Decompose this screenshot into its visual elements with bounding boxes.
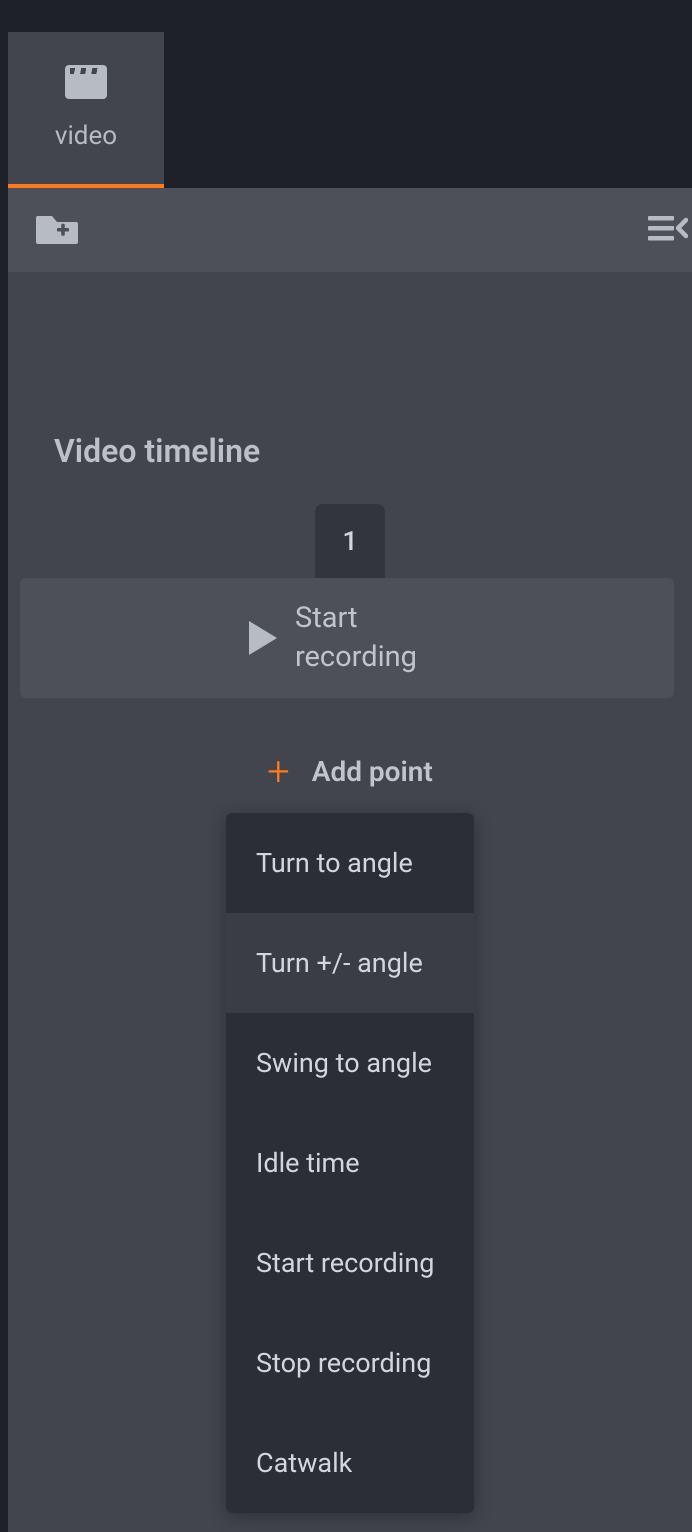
play-icon (249, 621, 277, 655)
step-number-badge: 1 (315, 504, 385, 578)
menu-item-catwalk[interactable]: Catwalk (226, 1413, 474, 1513)
add-point-label: Add point (312, 755, 433, 788)
collapse-panel-button[interactable] (646, 210, 688, 250)
tab-video-label: video (55, 121, 117, 151)
plus-icon: + (267, 748, 290, 795)
menu-item-start-recording[interactable]: Start recording (226, 1213, 474, 1313)
menu-item-idle-time[interactable]: Idle time (226, 1113, 474, 1213)
menu-item-swing-to-angle[interactable]: Swing to angle (226, 1013, 474, 1113)
add-point-menu: Turn to angle Turn +/- angle Swing to an… (226, 813, 474, 1513)
movie-clapboard-icon (65, 65, 107, 99)
section-title: Video timeline (8, 432, 692, 470)
menu-item-stop-recording[interactable]: Stop recording (226, 1313, 474, 1413)
tab-video[interactable]: video (8, 32, 164, 188)
menu-collapse-icon (646, 210, 688, 246)
folder-plus-icon (36, 210, 78, 246)
timeline-step[interactable]: Start recording (20, 578, 674, 698)
toolbar (8, 188, 692, 272)
timeline-step-label: Start recording (295, 599, 445, 677)
menu-item-turn-to-angle[interactable]: Turn to angle (226, 813, 474, 913)
add-point-button[interactable]: + Add point (8, 748, 692, 795)
menu-item-turn-plus-minus-angle[interactable]: Turn +/- angle (226, 913, 474, 1013)
new-folder-button[interactable] (36, 210, 78, 250)
